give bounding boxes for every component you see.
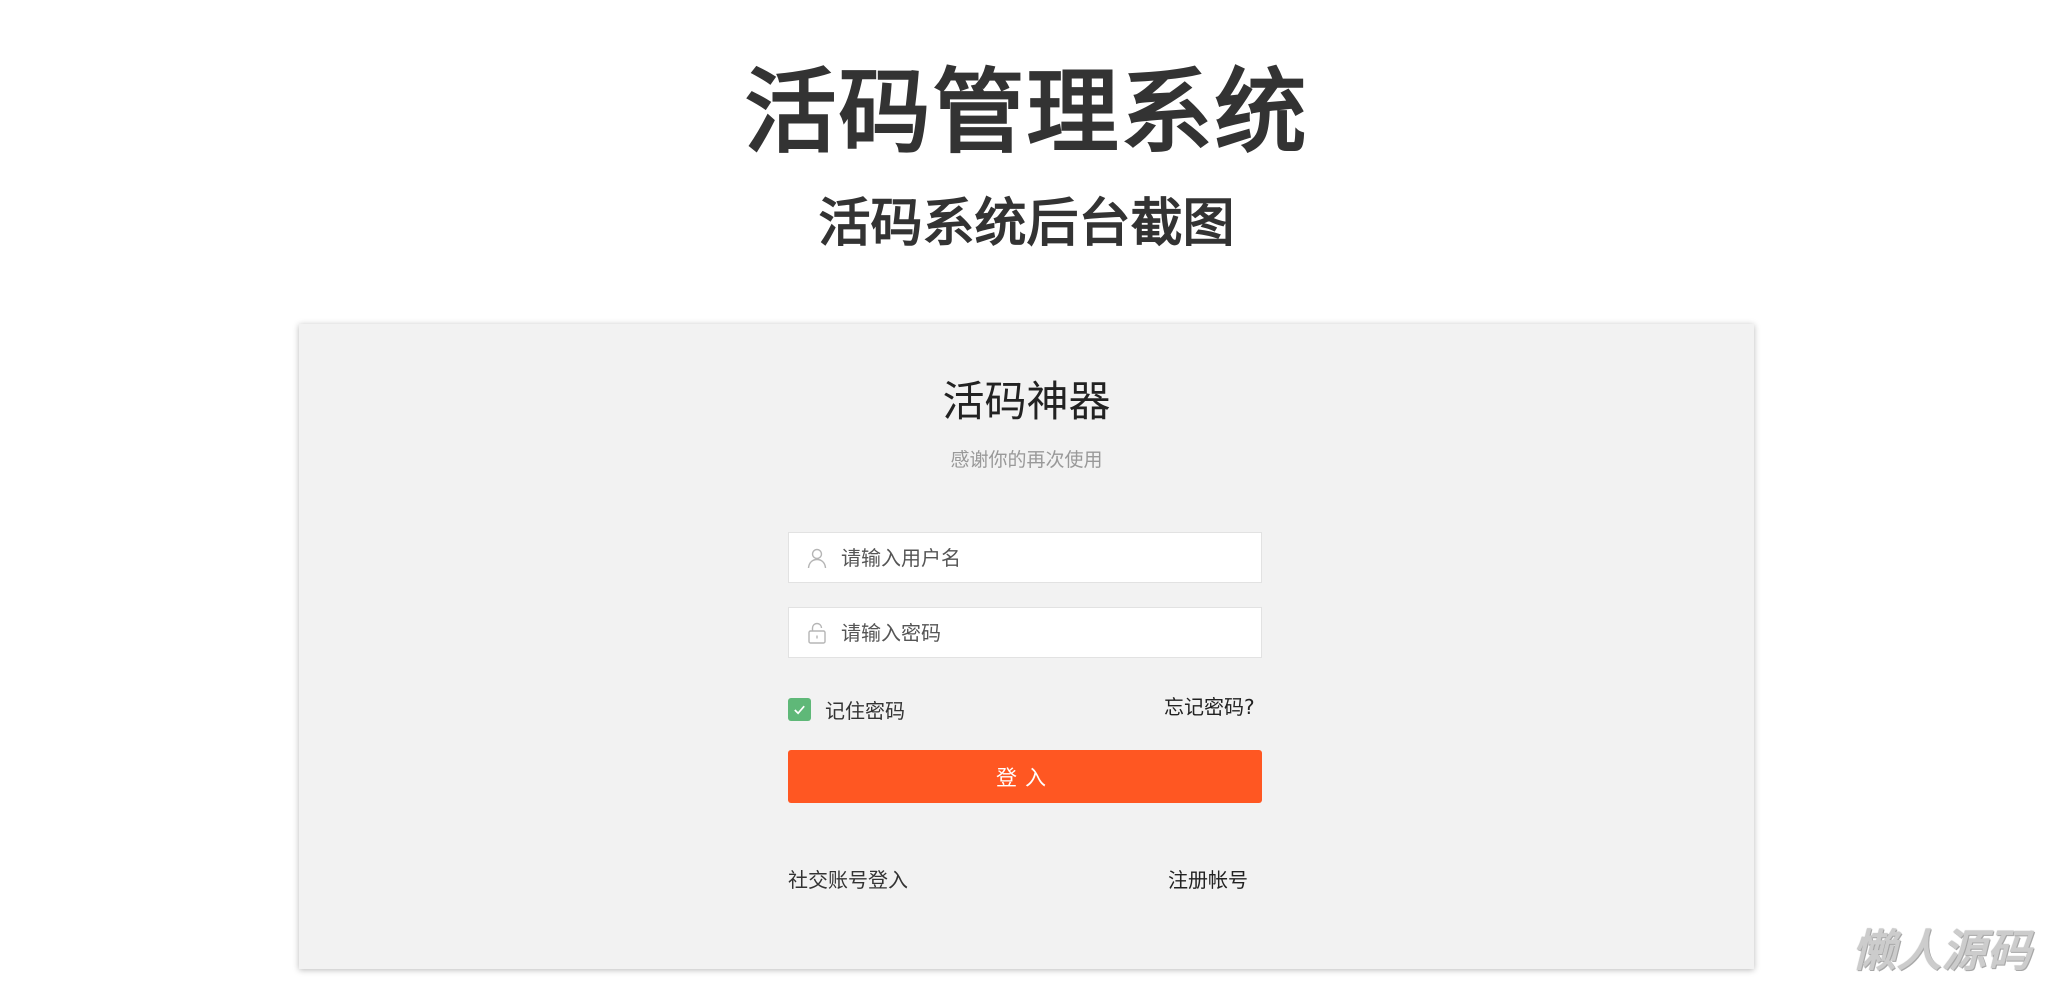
page-title: 活码管理系统 (744, 59, 1309, 166)
check-icon (794, 705, 805, 714)
login-panel: 活码神器 感谢你的再次使用 记住密码 忘记密码? 登入 (299, 324, 1754, 969)
login-button[interactable]: 登入 (788, 750, 1262, 803)
password-input[interactable] (841, 608, 1251, 657)
forgot-password-link[interactable]: 忘记密码? (1164, 694, 1255, 720)
checkbox-box[interactable] (788, 697, 811, 721)
page-subtitle: 活码系统后台截图 (818, 194, 1235, 254)
social-login-link[interactable]: 社交账号登入 (788, 866, 908, 894)
username-input[interactable] (841, 533, 1251, 582)
watermark-logo: 懒人源码 (1852, 926, 2032, 977)
username-field[interactable] (788, 532, 1262, 583)
app-title: 活码神器 (942, 377, 1111, 426)
lock-icon (805, 621, 829, 645)
app-subtitle: 感谢你的再次使用 (950, 449, 1103, 471)
password-field[interactable] (788, 607, 1262, 658)
register-link[interactable]: 注册帐号 (1168, 866, 1248, 894)
remember-password-checkbox[interactable]: 记住密码 (788, 696, 905, 723)
remember-password-label: 记住密码 (825, 698, 905, 723)
user-icon (805, 546, 829, 570)
